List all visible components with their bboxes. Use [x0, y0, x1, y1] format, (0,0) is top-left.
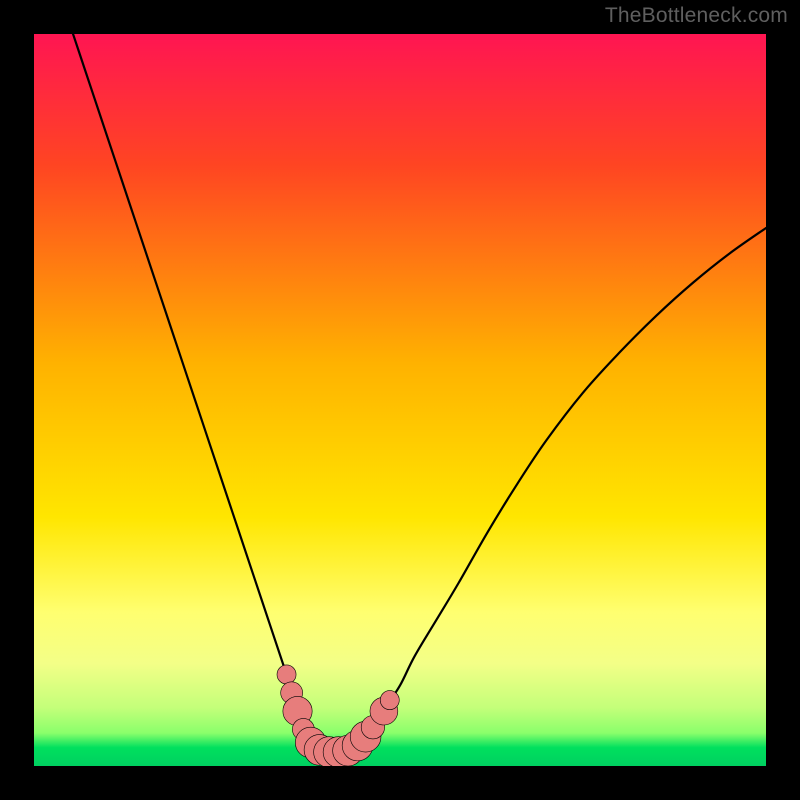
chart-svg — [34, 34, 766, 766]
plot-area — [34, 34, 766, 766]
data-marker — [277, 665, 296, 684]
chart-frame: TheBottleneck.com — [0, 0, 800, 800]
data-marker — [380, 691, 399, 710]
watermark-text: TheBottleneck.com — [605, 4, 788, 28]
gradient-bg — [34, 34, 766, 766]
